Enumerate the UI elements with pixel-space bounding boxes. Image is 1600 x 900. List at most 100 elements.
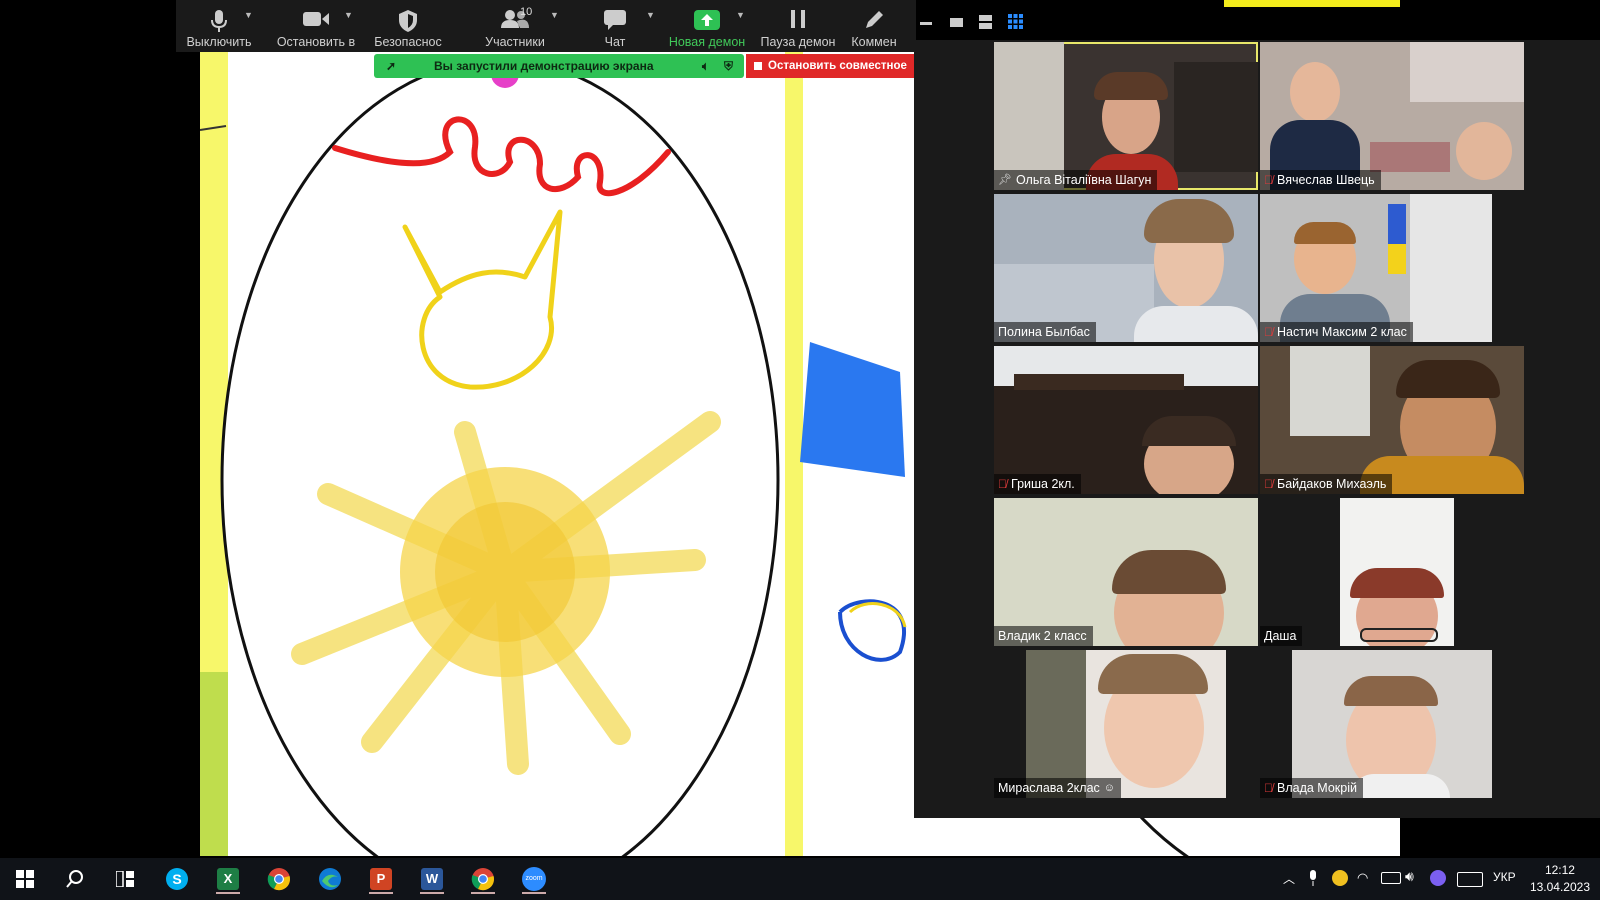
- microphone-icon: [211, 10, 227, 35]
- language-indicator[interactable]: УКР: [1493, 870, 1516, 884]
- norton-icon[interactable]: [1332, 870, 1348, 886]
- stop-square-icon: [754, 61, 762, 70]
- participant-name: Владик 2 класс: [998, 629, 1087, 643]
- participant-name: Мирaслава 2клас: [998, 781, 1100, 795]
- video-tile[interactable]: Даша: [1260, 498, 1524, 646]
- chevron-down-icon[interactable]: ▼: [550, 10, 559, 20]
- excel-icon[interactable]: X: [213, 864, 243, 894]
- chat-bubble-icon: [604, 10, 626, 33]
- video-tile[interactable]: 🎙̸ Влада Мокрій: [1260, 650, 1524, 798]
- pause-share-button-label: Пауза демон: [760, 35, 836, 49]
- security-button-label: Безопаснос: [374, 35, 442, 49]
- speaker-tray-icon[interactable]: 🔊︎: [1405, 868, 1423, 886]
- speaker-icon[interactable]: 🔈︎: [702, 54, 709, 78]
- pause-icon: [790, 10, 806, 31]
- muted-microphone-icon: 🎙̸: [1264, 477, 1273, 491]
- share-screen-icon: [694, 10, 720, 33]
- chevron-down-icon[interactable]: ▼: [736, 10, 745, 20]
- viber-icon[interactable]: [1430, 870, 1446, 886]
- stop-video-button-label: Остановить в: [276, 35, 356, 49]
- screen-share-banner: ➚ Вы запустили демонстрацию экрана 🔈︎ ⛨: [374, 54, 744, 78]
- participant-name-bar: 🎙̸ Настич Максим 2 клас: [1260, 322, 1413, 342]
- zoom-icon[interactable]: zoom: [519, 864, 549, 894]
- task-view-icon[interactable]: [110, 864, 140, 894]
- emoji-reaction-icon: ☺: [1103, 782, 1116, 794]
- participant-name-bar: 🎙̸ Влада Мокрій: [1260, 778, 1363, 798]
- muted-microphone-icon: 🎙̸: [1264, 173, 1273, 187]
- word-icon[interactable]: W: [417, 864, 447, 894]
- muted-microphone-icon: 🎙̸: [998, 477, 1007, 491]
- clock-time: 12:12: [1544, 863, 1575, 877]
- chevron-down-icon[interactable]: ▼: [344, 10, 353, 20]
- search-icon[interactable]: [60, 864, 90, 894]
- participant-name-bar: Владик 2 класс: [994, 626, 1093, 646]
- shield-icon: [399, 10, 417, 35]
- participant-name: Полина Былбас: [998, 325, 1090, 339]
- participant-name: Вячеслав Швець: [1277, 173, 1375, 187]
- system-clock[interactable]: 12:12 13.04.2023: [1530, 862, 1590, 896]
- participants-button-label: Участники: [485, 35, 545, 49]
- video-tile[interactable]: 🎙̸ Байдаков Михаэль: [1260, 346, 1524, 494]
- clock-date: 13.04.2023: [1529, 880, 1590, 894]
- wifi-icon[interactable]: ◠: [1357, 870, 1375, 886]
- participant-name-bar: Полина Былбас: [994, 322, 1096, 342]
- chrome-icon[interactable]: [264, 864, 294, 894]
- chat-button-label: Чат: [604, 35, 626, 49]
- participant-name: Байдаков Михаэль: [1277, 477, 1387, 491]
- new-share-button-label: Новая демон: [668, 35, 746, 49]
- chevron-down-icon[interactable]: ▼: [244, 10, 253, 20]
- security-button[interactable]: Безопаснос: [364, 4, 452, 50]
- microphone-tray-icon[interactable]: [1308, 870, 1320, 886]
- annotate-button-label: Коммен: [851, 35, 897, 49]
- windows-start-icon[interactable]: [10, 864, 40, 894]
- pin-icon: 📌︎: [998, 174, 1012, 186]
- video-tile[interactable]: Мирaслава 2клас ☺: [994, 650, 1258, 798]
- participant-name-bar: Даша: [1260, 626, 1303, 646]
- shield-check-icon: ⛨: [724, 59, 734, 73]
- mute-button-label: Выключить: [186, 35, 252, 49]
- speaker-view-icon[interactable]: [979, 15, 992, 29]
- share-banner-text: Вы запустили демонстрацию экрана: [434, 59, 654, 73]
- video-tile[interactable]: 🎙̸ Гриша 2кл.: [994, 346, 1258, 494]
- chevron-down-icon[interactable]: ▼: [646, 10, 655, 20]
- participant-name-bar: 🎙̸ Вячеслав Швець: [1260, 170, 1381, 190]
- participant-name-bar: Мирaслава 2клас ☺: [994, 778, 1122, 798]
- video-tile[interactable]: 📌︎ Ольга Віталіївна Шагун: [994, 42, 1258, 190]
- single-view-icon[interactable]: [950, 18, 963, 27]
- zoom-meeting-toolbar: Выключить ▼ Остановить в ▼ Безопаснос Уч…: [176, 0, 916, 52]
- participant-name: Гриша 2кл.: [1011, 477, 1075, 491]
- chat-button[interactable]: Чат: [580, 4, 650, 50]
- video-tile[interactable]: Полина Былбас: [994, 194, 1258, 342]
- chevron-up-icon[interactable]: ︿: [1283, 870, 1297, 886]
- minimize-icon[interactable]: [920, 22, 932, 25]
- pencil-icon: [864, 10, 884, 33]
- skype-icon[interactable]: S: [162, 864, 192, 894]
- chrome-profile-icon[interactable]: [468, 864, 498, 894]
- windows-taskbar: S X P W zoom ︿ ◠ 🔊︎ УКР 12:12 13.04.2023: [0, 858, 1600, 900]
- keyboard-icon[interactable]: [1457, 872, 1483, 887]
- participant-name: Ольга Віталіївна Шагун: [1015, 173, 1152, 187]
- annotate-button[interactable]: Коммен: [844, 4, 904, 50]
- participant-name-bar: 🎙̸ Байдаков Михаэль: [1260, 474, 1393, 494]
- active-window-indicator: [1224, 0, 1400, 7]
- edge-icon[interactable]: [315, 864, 345, 894]
- battery-icon[interactable]: [1381, 872, 1401, 884]
- video-tile[interactable]: Владик 2 класс: [994, 498, 1258, 646]
- video-camera-icon: [303, 10, 329, 31]
- participant-name: Настич Максим 2 клас: [1277, 325, 1407, 339]
- gallery-view-icon[interactable]: [1008, 14, 1023, 29]
- video-tile[interactable]: 🎙̸ Настич Максим 2 клас: [1260, 194, 1492, 342]
- stop-share-button[interactable]: Остановить совместное: [746, 54, 914, 78]
- participant-name-bar: 🎙̸ Гриша 2кл.: [994, 474, 1081, 494]
- participant-name: Даша: [1264, 629, 1297, 643]
- powerpoint-icon[interactable]: P: [366, 864, 396, 894]
- share-status-icon: ➚: [386, 59, 397, 73]
- participant-name-bar: 📌︎ Ольга Віталіївна Шагун: [994, 170, 1158, 190]
- pause-share-button[interactable]: Пауза демон: [754, 4, 842, 50]
- participant-name: Влада Мокрій: [1277, 781, 1357, 795]
- participants-count: 10: [520, 6, 533, 18]
- stop-share-label: Остановить совместное: [768, 60, 907, 72]
- muted-microphone-icon: 🎙̸: [1264, 325, 1273, 339]
- video-tile[interactable]: 🎙̸ Вячеслав Швець: [1260, 42, 1524, 190]
- muted-microphone-icon: 🎙̸: [1264, 781, 1273, 795]
